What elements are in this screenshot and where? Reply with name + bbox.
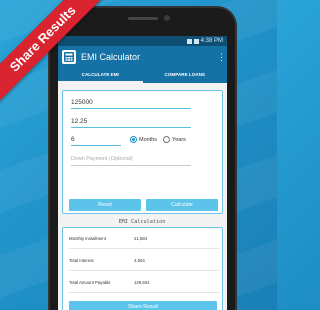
ribbon-label: Share Results — [0, 0, 110, 109]
calculate-button[interactable]: Calculate — [146, 199, 218, 211]
overflow-menu-icon[interactable]: ⋮ — [217, 53, 226, 62]
tab-compare-loans[interactable]: COMPARE LOANS — [143, 68, 228, 83]
total-interest-value: 4,504 — [134, 258, 145, 263]
result-row: Total Amount Payable 129,504 — [69, 280, 189, 285]
status-icons: 4:38 PM — [186, 38, 223, 44]
reset-button[interactable]: Reset — [69, 199, 141, 211]
tenure-unit-group: Months Years — [130, 136, 192, 143]
total-payable-label: Total Amount Payable — [69, 280, 111, 285]
result-card: Monthly Installment 21,584 Total Interes… — [62, 227, 223, 310]
years-radio[interactable] — [163, 136, 171, 143]
row-divider — [69, 270, 219, 271]
monthly-installment-value: 21,584 — [134, 236, 148, 241]
signal-icon — [186, 38, 192, 44]
months-label: Months — [139, 136, 158, 143]
result-row: Monthly Installment 21,584 — [69, 236, 189, 241]
row-divider — [69, 292, 219, 293]
speaker-grille — [128, 17, 158, 20]
total-payable-value: 129,504 — [134, 280, 150, 285]
share-result-button[interactable]: Share Result — [69, 301, 217, 310]
interest-rate-input[interactable]: 12.25 — [71, 116, 191, 128]
status-time: 4:38 PM — [200, 38, 223, 44]
result-header: EMI Calculation — [118, 219, 166, 225]
monthly-installment-label: Monthly Installment — [69, 236, 107, 241]
battery-icon — [193, 38, 199, 44]
result-row: Total Interest 4,504 — [69, 258, 189, 263]
row-divider — [69, 248, 219, 249]
months-radio[interactable] — [130, 136, 137, 143]
front-camera — [164, 15, 170, 21]
total-interest-label: Total Interest — [69, 258, 94, 263]
corner-ribbon: Share Results — [0, 0, 110, 110]
down-payment-input[interactable]: Down Payment (Optional) — [71, 154, 191, 166]
years-label: Years — [172, 136, 186, 143]
tenure-input[interactable]: 6 — [71, 134, 121, 146]
